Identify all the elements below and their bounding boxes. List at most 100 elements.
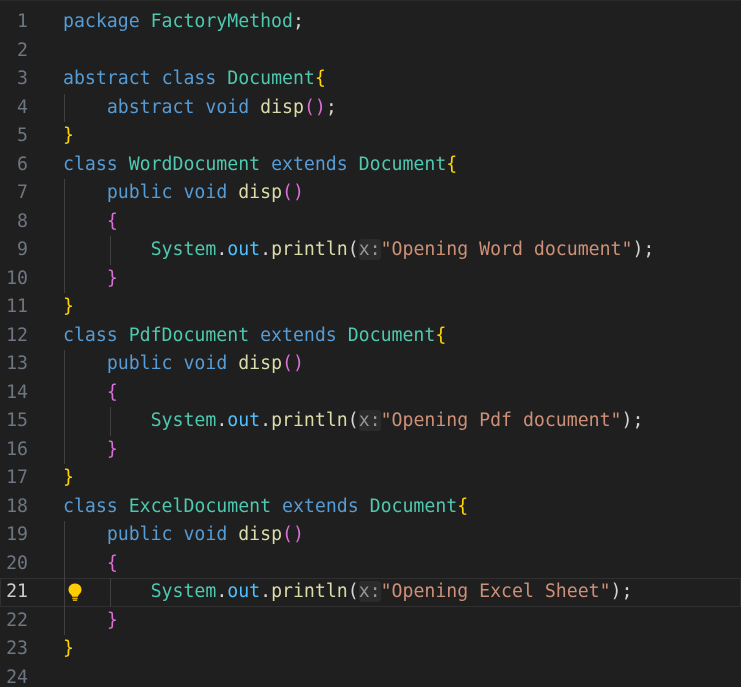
code-line[interactable]: 3 abstract class Document{: [0, 65, 741, 94]
code-line[interactable]: 6 class WordDocument extends Document{: [0, 151, 741, 180]
parameter-hint: x:: [358, 581, 381, 602]
code-editor[interactable]: 1 package FactoryMethod; 2 3 abstract class …: [0, 0, 741, 687]
code-line[interactable]: 10 }: [0, 264, 741, 294]
code-line[interactable]: 15 System.out.println(x:"Opening Pdf doc…: [0, 407, 741, 436]
code-token: {: [435, 324, 447, 346]
code-line[interactable]: 17}: [0, 464, 741, 493]
code-line[interactable]: 9 System.out.println(x:"Opening Word doc…: [0, 236, 741, 265]
code-token: {: [446, 153, 458, 175]
code-line[interactable]: 18 class ExcelDocument extends Document{: [0, 493, 741, 522]
code-line[interactable]: 16 }: [0, 435, 741, 465]
line-code[interactable]: public void disp(): [63, 350, 304, 379]
code-token: (: [347, 410, 359, 431]
line-code[interactable]: class WordDocument extends Document{: [63, 151, 457, 180]
line-code[interactable]: abstract class Document{: [63, 65, 326, 94]
line-code[interactable]: System.out.println(x:"Opening Pdf docume…: [63, 407, 643, 436]
line-code[interactable]: {: [63, 208, 118, 237]
code-token: void: [183, 524, 228, 545]
line-code[interactable]: package FactoryMethod;: [63, 8, 304, 37]
code-token: ExcelDocument: [128, 495, 272, 517]
code-line[interactable]: 12 class PdfDocument extends Document{: [0, 322, 741, 351]
code-token: public: [106, 524, 173, 545]
code-token: println: [271, 410, 348, 431]
code-line[interactable]: 13 public void disp(): [0, 350, 741, 379]
code-line[interactable]: 8 {: [0, 207, 741, 237]
line-number: 23: [6, 638, 28, 659]
line-code[interactable]: public void disp(): [63, 179, 304, 208]
line-code[interactable]: }: [63, 464, 74, 493]
line-code[interactable]: }: [63, 607, 118, 636]
code-line[interactable]: 5}: [0, 122, 741, 151]
line-number: 1: [17, 11, 28, 32]
line-code[interactable]: }: [63, 122, 74, 151]
code-token: extends: [282, 495, 359, 517]
line-number: 24: [6, 666, 28, 687]
code-token: }: [106, 267, 118, 289]
code-token: out: [227, 239, 261, 260]
line-code[interactable]: abstract void disp();: [63, 94, 337, 123]
code-token: abstract: [106, 96, 195, 118]
line-code[interactable]: }: [63, 635, 74, 664]
code-line[interactable]: 22 }: [0, 606, 741, 636]
code-line[interactable]: 19 public void disp(): [0, 521, 741, 550]
line-code[interactable]: class PdfDocument extends Document{: [63, 322, 446, 351]
code-line[interactable]: 21 System.out.println(x:"Opening Excel S…: [0, 578, 741, 607]
code-token: class: [63, 495, 118, 517]
code-line[interactable]: 4 abstract void disp();: [0, 93, 741, 123]
line-code[interactable]: class ExcelDocument extends Document{: [63, 493, 468, 522]
line-code[interactable]: }: [63, 436, 118, 465]
line-number: 16: [6, 438, 28, 460]
code-token: abstract: [63, 68, 151, 89]
code-token: FactoryMethod: [150, 11, 293, 32]
code-token: disp: [238, 524, 283, 545]
code-token: Document: [369, 495, 458, 517]
line-code[interactable]: System.out.println(x:"Opening Excel Shee…: [63, 578, 632, 607]
line-code[interactable]: }: [63, 293, 74, 322]
editor-tab-edge: [0, 0, 741, 4]
line-code[interactable]: }: [63, 265, 118, 294]
line-number: 8: [17, 210, 28, 232]
line-code[interactable]: public void disp(): [63, 521, 304, 550]
code-token: (): [282, 182, 304, 203]
code-line[interactable]: 20 {: [0, 549, 741, 579]
code-token: }: [106, 438, 118, 460]
code-token: void: [183, 353, 228, 374]
code-line[interactable]: 7 public void disp(): [0, 179, 741, 208]
code-lines[interactable]: 1 package FactoryMethod; 2 3 abstract class …: [0, 8, 741, 687]
code-line[interactable]: 23}: [0, 635, 741, 664]
code-token: class: [63, 324, 118, 346]
code-token: void: [205, 96, 250, 118]
line-number: 6: [17, 153, 28, 175]
code-line[interactable]: 11}: [0, 293, 741, 322]
code-token: (: [347, 239, 359, 260]
code-token: }: [63, 638, 74, 659]
line-number: 17: [6, 467, 28, 488]
parameter-hint: x:: [358, 410, 381, 431]
code-line[interactable]: 2: [0, 37, 741, 66]
code-line[interactable]: 1 package FactoryMethod;: [0, 8, 741, 37]
code-token: "Opening Word document": [380, 239, 633, 260]
code-token: PdfDocument: [128, 324, 250, 346]
line-code[interactable]: {: [63, 550, 118, 579]
line-number: 11: [6, 296, 28, 317]
code-line[interactable]: 24: [0, 664, 741, 687]
code-token: extends: [260, 324, 337, 346]
code-line[interactable]: 14 {: [0, 378, 741, 408]
line-code[interactable]: System.out.println(x:"Opening Word docum…: [63, 236, 654, 265]
line-code[interactable]: {: [63, 379, 118, 408]
code-token: );: [621, 410, 644, 431]
code-token: System: [150, 239, 217, 260]
code-token: .: [260, 581, 272, 602]
